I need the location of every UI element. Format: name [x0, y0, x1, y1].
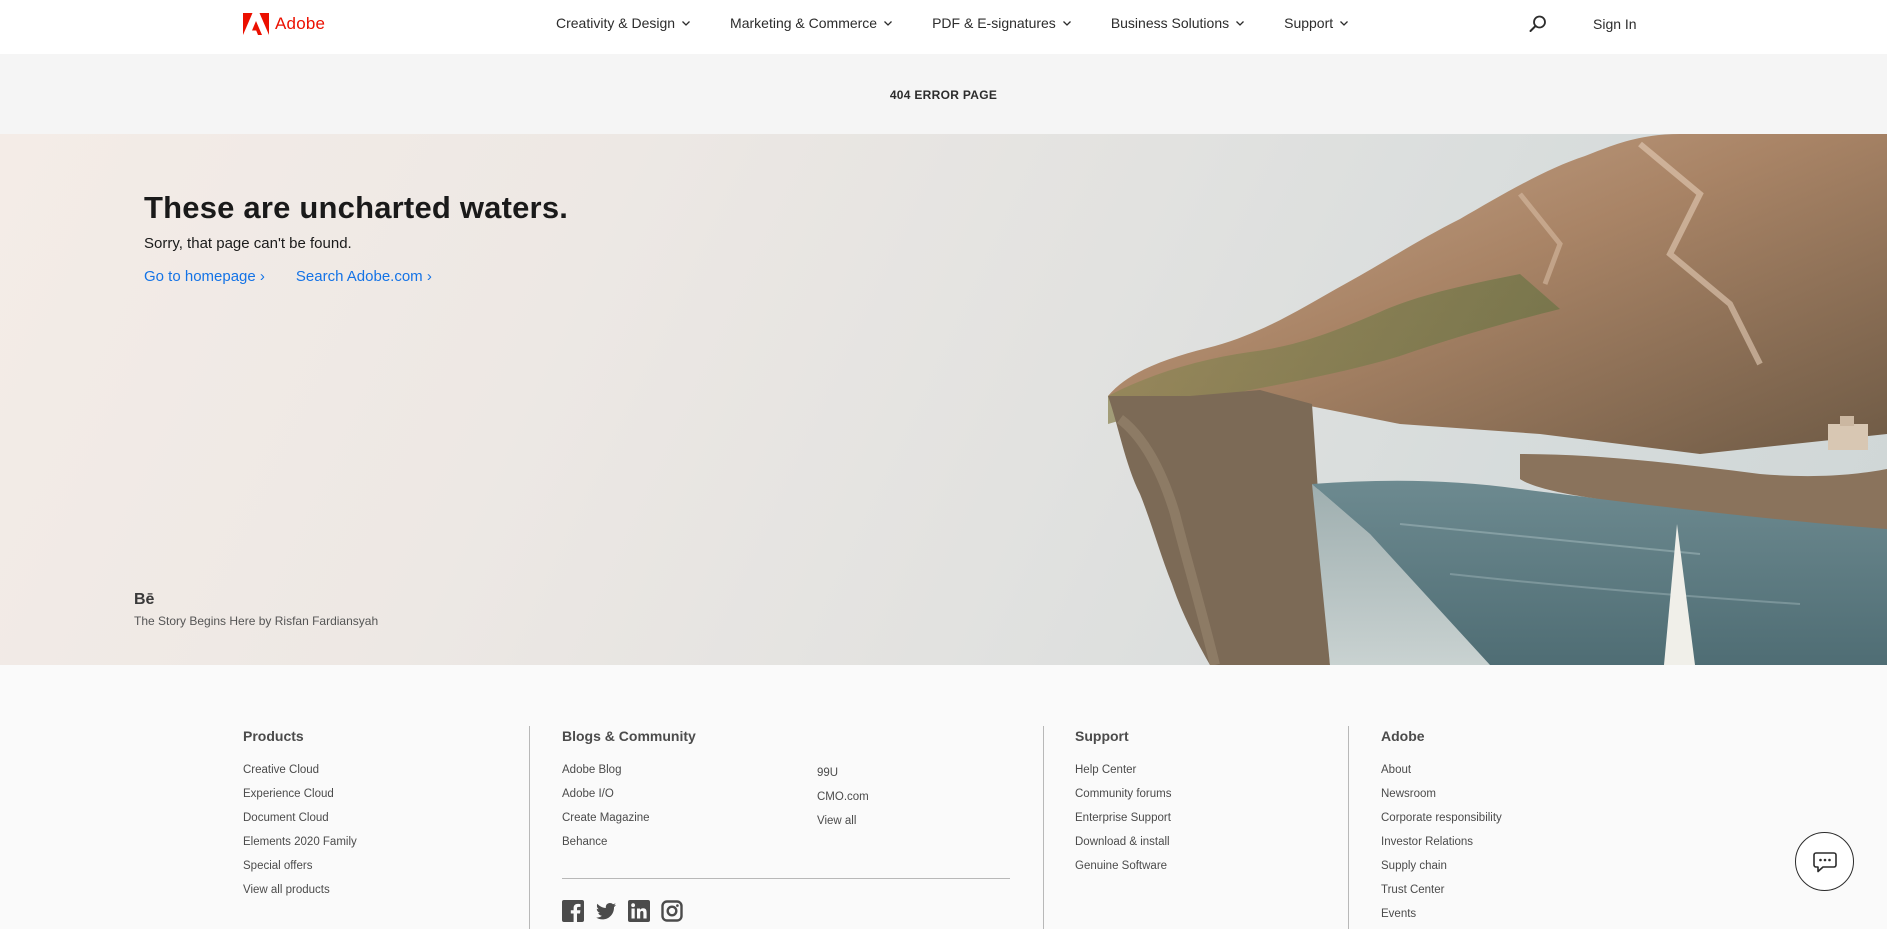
- footer-link[interactable]: Elements 2020 Family: [243, 836, 357, 860]
- footer: Products Creative Cloud Experience Cloud…: [0, 665, 1887, 929]
- footer-blogs-community: Blogs & Community Adobe Blog Adobe I/O C…: [562, 728, 696, 860]
- footer-link[interactable]: View all products: [243, 884, 357, 908]
- behance-icon: Bē: [134, 591, 155, 608]
- hero-links: Go to homepage › Search Adobe.com ›: [144, 268, 432, 285]
- footer-link[interactable]: Experience Cloud: [243, 788, 357, 812]
- nav-support[interactable]: Support: [1284, 15, 1349, 31]
- footer-divider: [529, 726, 530, 929]
- footer-link[interactable]: Events: [1381, 908, 1502, 929]
- page-title: 404 ERROR PAGE: [889, 88, 998, 102]
- instagram-icon[interactable]: [661, 900, 683, 922]
- footer-link[interactable]: Help Center: [1075, 764, 1172, 788]
- global-nav: Adobe Creativity & Design Marketing & Co…: [0, 0, 1887, 54]
- footer-blogs-community-more: 99U CMO.com View all: [817, 767, 869, 839]
- footer-products: Products Creative Cloud Experience Cloud…: [243, 728, 357, 908]
- image-credit[interactable]: The Story Begins Here by Risfan Fardians…: [134, 614, 378, 628]
- search-icon[interactable]: [1528, 14, 1548, 34]
- footer-link[interactable]: Document Cloud: [243, 812, 357, 836]
- hero-subtitle: Sorry, that page can't be found.: [144, 235, 352, 252]
- nav-label: Business Solutions: [1110, 15, 1230, 31]
- nav-creativity-design[interactable]: Creativity & Design: [556, 15, 691, 31]
- footer-link[interactable]: Enterprise Support: [1075, 812, 1172, 836]
- nav-business-solutions[interactable]: Business Solutions: [1111, 15, 1245, 31]
- facebook-icon[interactable]: [562, 900, 584, 922]
- adobe-wordmark: Adobe: [275, 14, 326, 33]
- search-adobe-link[interactable]: Search Adobe.com ›: [296, 268, 432, 285]
- chevron-down-icon: [884, 21, 893, 26]
- footer-link[interactable]: 99U: [817, 767, 869, 791]
- chevron-down-icon: [1062, 21, 1071, 26]
- adobe-logo[interactable]: Adobe: [243, 13, 325, 35]
- nav-label: Marketing & Commerce: [730, 15, 878, 31]
- footer-rule: [562, 878, 1010, 879]
- footer-link[interactable]: About: [1381, 764, 1502, 788]
- nav-label: PDF & E-signatures: [932, 15, 1056, 31]
- footer-link[interactable]: Trust Center: [1381, 884, 1502, 908]
- footer-link[interactable]: Genuine Software: [1075, 860, 1172, 884]
- footer-link[interactable]: Adobe I/O: [562, 788, 696, 812]
- footer-link[interactable]: Creative Cloud: [243, 764, 357, 788]
- nav-label: Creativity & Design: [556, 15, 676, 31]
- footer-link[interactable]: Behance: [562, 836, 696, 860]
- nav-label: Support: [1284, 15, 1334, 31]
- footer-heading: Products: [243, 728, 304, 744]
- footer-link[interactable]: CMO.com: [817, 791, 869, 815]
- footer-link[interactable]: Download & install: [1075, 836, 1172, 860]
- footer-link[interactable]: Supply chain: [1381, 860, 1502, 884]
- footer-link[interactable]: Adobe Blog: [562, 764, 696, 788]
- main-nav: Creativity & Design Marketing & Commerce…: [556, 15, 1388, 31]
- chat-icon: [1812, 851, 1837, 872]
- footer-heading: Adobe: [1381, 728, 1425, 744]
- chevron-down-icon: [1236, 21, 1245, 26]
- hero-title: These are uncharted waters.: [144, 190, 569, 225]
- footer-link[interactable]: Newsroom: [1381, 788, 1502, 812]
- footer-support: Support Help Center Community forums Ent…: [1075, 728, 1172, 884]
- twitter-icon[interactable]: [595, 900, 617, 922]
- adobe-logo-icon: [243, 13, 269, 35]
- footer-link[interactable]: Special offers: [243, 860, 357, 884]
- chevron-down-icon: [1340, 21, 1349, 26]
- footer-divider: [1043, 726, 1044, 929]
- footer-link[interactable]: Corporate responsibility: [1381, 812, 1502, 836]
- footer-link[interactable]: Investor Relations: [1381, 836, 1502, 860]
- page-title-strip: 404 ERROR PAGE: [0, 54, 1887, 134]
- nav-marketing-commerce[interactable]: Marketing & Commerce: [730, 15, 893, 31]
- hero-banner: These are uncharted waters. Sorry, that …: [0, 134, 1887, 665]
- social-links: [562, 900, 683, 922]
- nav-pdf-esignatures[interactable]: PDF & E-signatures: [932, 15, 1072, 31]
- footer-heading: Blogs & Community: [562, 728, 696, 744]
- footer-link[interactable]: View all: [817, 815, 869, 839]
- linkedin-icon[interactable]: [628, 900, 650, 922]
- footer-link[interactable]: Community forums: [1075, 788, 1172, 812]
- footer-divider: [1348, 726, 1349, 929]
- sign-in-link[interactable]: Sign In: [1593, 16, 1637, 32]
- footer-heading: Support: [1075, 728, 1129, 744]
- footer-adobe: Adobe About Newsroom Corporate responsib…: [1381, 728, 1502, 929]
- go-to-homepage-link[interactable]: Go to homepage ›: [144, 268, 265, 285]
- chevron-down-icon: [682, 21, 691, 26]
- chat-button[interactable]: [1795, 832, 1854, 891]
- footer-link[interactable]: Create Magazine: [562, 812, 696, 836]
